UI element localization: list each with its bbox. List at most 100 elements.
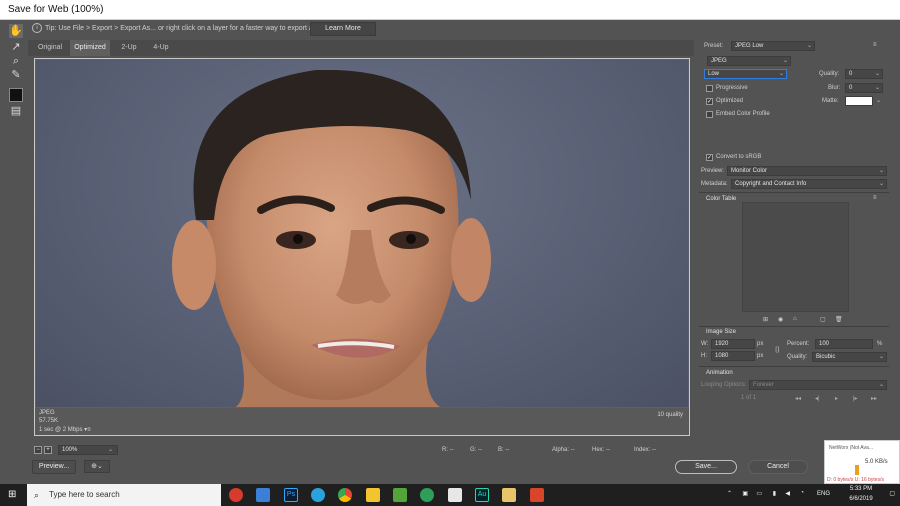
height-unit: px (757, 353, 764, 359)
optimization-info: JPEG 57.75K 1 sec @ 2 Mbps ▾≡ 10 quality (35, 408, 689, 435)
toggle-slices-icon[interactable]: ▤ (9, 104, 23, 118)
preset-select[interactable]: JPEG Low ⌄ (731, 41, 815, 51)
hand-tool-icon[interactable]: ✋ (9, 24, 23, 38)
notifications-icon[interactable]: ▢ (889, 490, 895, 497)
delete-color-icon[interactable]: 🗑 (835, 316, 843, 323)
slice-select-tool-icon[interactable]: ↗ (9, 40, 23, 54)
resample-quality-select[interactable]: Bicubic ⌄ (812, 352, 887, 362)
audition-app-icon[interactable]: Au (475, 488, 489, 502)
power-icon[interactable]: ▮ (773, 490, 776, 497)
metadata-select[interactable]: Copyright and Contact Info ⌄ (731, 179, 887, 189)
windows-start-icon[interactable]: ⊞ (8, 489, 20, 501)
preview-color-select[interactable]: Monitor Color ⌄ (727, 166, 887, 176)
zoom-level-select[interactable]: 100% ⌄ (58, 445, 118, 455)
language-indicator[interactable]: ENG (817, 491, 830, 497)
resample-quality-label: Quality: (787, 354, 808, 360)
network-monitor-popup: NetWorx (Not Ava... 5.0 KB/s D: 0 bytes/… (824, 440, 900, 484)
zoom-in-icon[interactable]: + (44, 446, 52, 454)
format-select[interactable]: JPEG ⌄ (707, 56, 791, 66)
telegram-app-icon[interactable] (311, 488, 325, 502)
matte-color-swatch[interactable] (845, 96, 873, 106)
output-file-size: 57.75K (39, 418, 59, 424)
convert-srgb-checkbox[interactable]: ✓ (706, 154, 713, 161)
recorder-app-icon[interactable] (530, 488, 544, 502)
previous-frame-icon[interactable]: ◂| (815, 395, 820, 402)
photos-app-icon[interactable] (448, 488, 462, 502)
zoom-tool-icon[interactable]: ⌕ (9, 54, 23, 68)
tab-optimized[interactable]: Optimized (70, 40, 110, 56)
height-label: H: (701, 353, 707, 359)
web-snap-icon[interactable]: ⊞ (763, 316, 768, 323)
tray-overflow-icon[interactable]: ⌃ (727, 490, 732, 497)
view-tabs: Original Optimized 2-Up 4-Up (28, 40, 694, 56)
lock-color-icon[interactable]: ◉ (778, 316, 783, 323)
media-app-icon[interactable] (502, 488, 516, 502)
embed-profile-label: Embed Color Profile (716, 111, 770, 117)
percent-input[interactable]: 100 (815, 339, 873, 349)
taskbar-search-input[interactable]: ⌕ Type here to search (27, 484, 221, 506)
quality-level-select[interactable]: Low ⌄ (704, 69, 787, 79)
download-rate-menu-icon[interactable]: ▾≡ (84, 427, 91, 433)
powerpoint-app-icon[interactable] (229, 488, 243, 502)
new-color-icon[interactable]: ▢ (820, 316, 826, 323)
cancel-button[interactable]: Cancel (748, 460, 808, 474)
tray-monitor-icon[interactable]: ▭ (756, 490, 762, 497)
tab-original[interactable]: Original (32, 40, 68, 56)
output-format: JPEG (39, 410, 55, 416)
green-readout: G: -- (470, 447, 482, 453)
lock-icon[interactable]: ⌂ (793, 316, 797, 322)
red-readout: R: -- (442, 447, 454, 453)
next-frame-icon[interactable]: |▸ (853, 395, 858, 402)
tray-app-icon[interactable]: ▣ (742, 490, 748, 497)
image-size-heading: Image Size (706, 329, 737, 335)
optimized-label: Optimized (716, 98, 744, 104)
width-label: W: (701, 341, 709, 347)
settings-panel: Preset: JPEG Low ⌄ ≡ JPEG ⌄ Low ⌄ Quality: … (697, 38, 891, 458)
play-icon[interactable]: ▸ (835, 395, 838, 402)
matte-dropdown-icon[interactable]: ⌄ (876, 97, 881, 104)
last-frame-icon[interactable]: ▸▸ (871, 395, 877, 402)
clock-time[interactable]: 5:33 PM (842, 486, 880, 492)
blur-input[interactable]: 0 ⌄ (845, 83, 883, 93)
color-table-menu-icon[interactable]: ≡ (873, 195, 877, 201)
file-explorer-icon[interactable] (366, 488, 380, 502)
clock-date[interactable]: 6/6/2019 (842, 496, 880, 502)
windows-taskbar: ⊞ ⌕ Type here to search Ps Au ⌃ ▣ ▭ ▮ ◀ … (0, 484, 900, 506)
learn-more-button[interactable]: Learn More (310, 22, 376, 36)
embed-profile-checkbox[interactable] (706, 111, 713, 118)
width-unit: px (757, 341, 764, 347)
tab-4-up[interactable]: 4-Up (146, 40, 176, 56)
looping-select[interactable]: Forever ⌄ (749, 380, 887, 390)
info-icon: i (32, 23, 42, 34)
download-time: 1 sec @ 2 Mbps ▾≡ (39, 426, 91, 433)
preview-button[interactable]: Preview... (32, 460, 76, 474)
first-frame-icon[interactable]: ◂◂ (795, 395, 801, 402)
globe-app-icon[interactable] (420, 488, 434, 502)
progressive-checkbox[interactable] (706, 85, 713, 92)
zoom-out-icon[interactable]: − (34, 446, 42, 454)
height-input[interactable]: 1080 (711, 351, 755, 361)
quality-input[interactable]: 0 ⌄ (845, 69, 883, 79)
chrome-app-icon[interactable] (338, 488, 352, 502)
browser-preview-icon[interactable]: ⊕⌄ (84, 460, 110, 473)
eyedropper-tool-icon[interactable]: ✎ (9, 68, 23, 82)
save-button[interactable]: Save... (675, 460, 737, 474)
camtasia-app-icon[interactable] (393, 488, 407, 502)
volume-icon[interactable]: ◀ (785, 490, 790, 497)
eyedropper-color-swatch[interactable] (9, 88, 23, 102)
network-icon[interactable]: ◔ (800, 490, 804, 496)
preview-label: Preview: (701, 168, 725, 174)
tab-2-up[interactable]: 2-Up (114, 40, 144, 56)
network-app-icon[interactable] (256, 488, 270, 502)
photoshop-app-icon[interactable]: Ps (284, 488, 298, 502)
preset-label: Preset: (704, 43, 724, 49)
optimize-menu-icon[interactable]: ≡ (873, 42, 877, 48)
optimized-checkbox[interactable]: ✓ (706, 98, 713, 105)
network-popup-title: NetWorx (Not Ava... (829, 445, 873, 451)
percent-unit: % (877, 341, 883, 347)
animation-heading: Animation (706, 370, 733, 376)
width-input[interactable]: 1920 (711, 339, 755, 349)
constrain-proportions-icon[interactable]: ⌷ (775, 345, 780, 355)
optimized-preview-pane[interactable]: JPEG 57.75K 1 sec @ 2 Mbps ▾≡ 10 quality (34, 58, 690, 436)
alpha-readout: Alpha: -- (552, 447, 575, 453)
